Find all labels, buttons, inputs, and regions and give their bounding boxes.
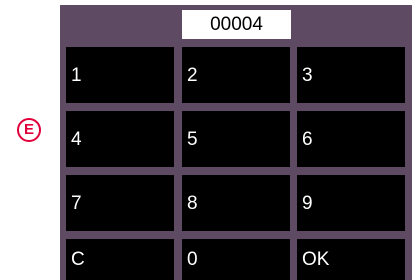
code-display: 00004 bbox=[182, 10, 291, 39]
key-7[interactable]: 7 bbox=[66, 175, 174, 231]
clear-key[interactable]: C bbox=[66, 239, 174, 280]
key-8[interactable]: 8 bbox=[182, 175, 290, 231]
marker-badge-e: E bbox=[17, 118, 41, 142]
screen: E 00004 1 2 3 4 5 6 7 8 9 C 0 OK bbox=[0, 0, 414, 280]
key-4[interactable]: 4 bbox=[66, 111, 174, 167]
key-6[interactable]: 6 bbox=[297, 111, 405, 167]
key-3[interactable]: 3 bbox=[297, 47, 405, 103]
key-1[interactable]: 1 bbox=[66, 47, 174, 103]
key-9[interactable]: 9 bbox=[297, 175, 405, 231]
key-5[interactable]: 5 bbox=[182, 111, 290, 167]
numeric-keypad: 00004 1 2 3 4 5 6 7 8 9 C 0 OK bbox=[60, 5, 412, 280]
key-2[interactable]: 2 bbox=[182, 47, 290, 103]
key-0[interactable]: 0 bbox=[182, 239, 290, 280]
ok-key[interactable]: OK bbox=[297, 239, 405, 280]
